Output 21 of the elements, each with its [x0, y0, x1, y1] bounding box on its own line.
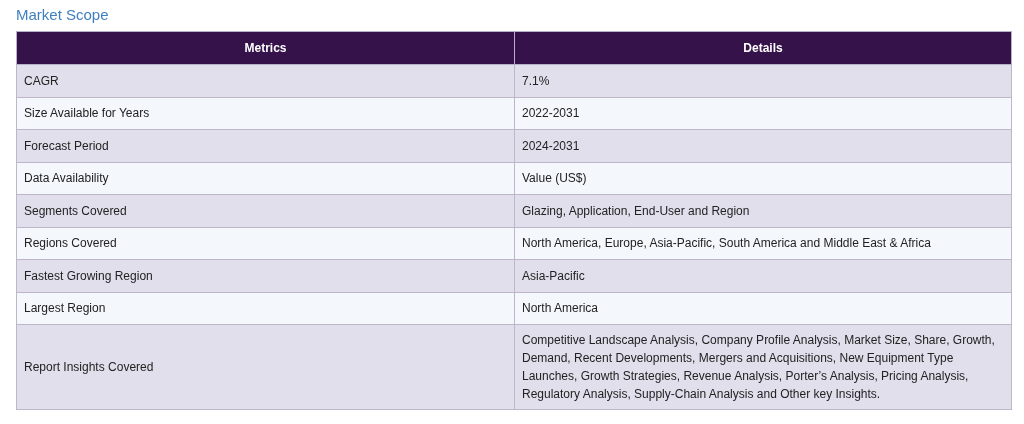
- table-cell: 7.1%: [514, 64, 1012, 97]
- table-cell: Report Insights Covered: [16, 324, 515, 410]
- table-cell: Competitive Landscape Analysis, Company Profile Analysis, Market Size, Share, Growth, Demand, Recent Developments, Mergers and Acquisitions, New Equipment Type Launches, Growth Strategies, Revenue Analysis, Porter’s Analysis, Pricing Analysis, Regulatory Analysis, Supply-Chain Analysis and Other key Insights.: [514, 324, 1012, 410]
- table-cell: Value (US$): [514, 162, 1012, 195]
- table-cell: Fastest Growing Region: [16, 259, 515, 292]
- section-title: Market Scope: [16, 5, 110, 25]
- table-cell: Data Availability: [16, 162, 515, 195]
- table-cell: North America: [514, 292, 1012, 325]
- table-cell: CAGR: [16, 64, 515, 97]
- table-cell: Regions Covered: [16, 227, 515, 260]
- table-cell: 2022-2031: [514, 97, 1012, 130]
- table-cell: Size Available for Years: [16, 97, 515, 130]
- table-cell: 2024-2031: [514, 129, 1012, 162]
- table-cell: North America, Europe, Asia-Pacific, South America and Middle East & Africa: [514, 227, 1012, 260]
- column-header: Metrics: [16, 31, 515, 65]
- column-header: Details: [514, 31, 1012, 65]
- table-cell: Asia-Pacific: [514, 259, 1012, 292]
- table-cell: Largest Region: [16, 292, 515, 325]
- table-cell: Glazing, Application, End-User and Region: [514, 194, 1012, 227]
- table-cell: Forecast Period: [16, 129, 515, 162]
- table-cell: Segments Covered: [16, 194, 515, 227]
